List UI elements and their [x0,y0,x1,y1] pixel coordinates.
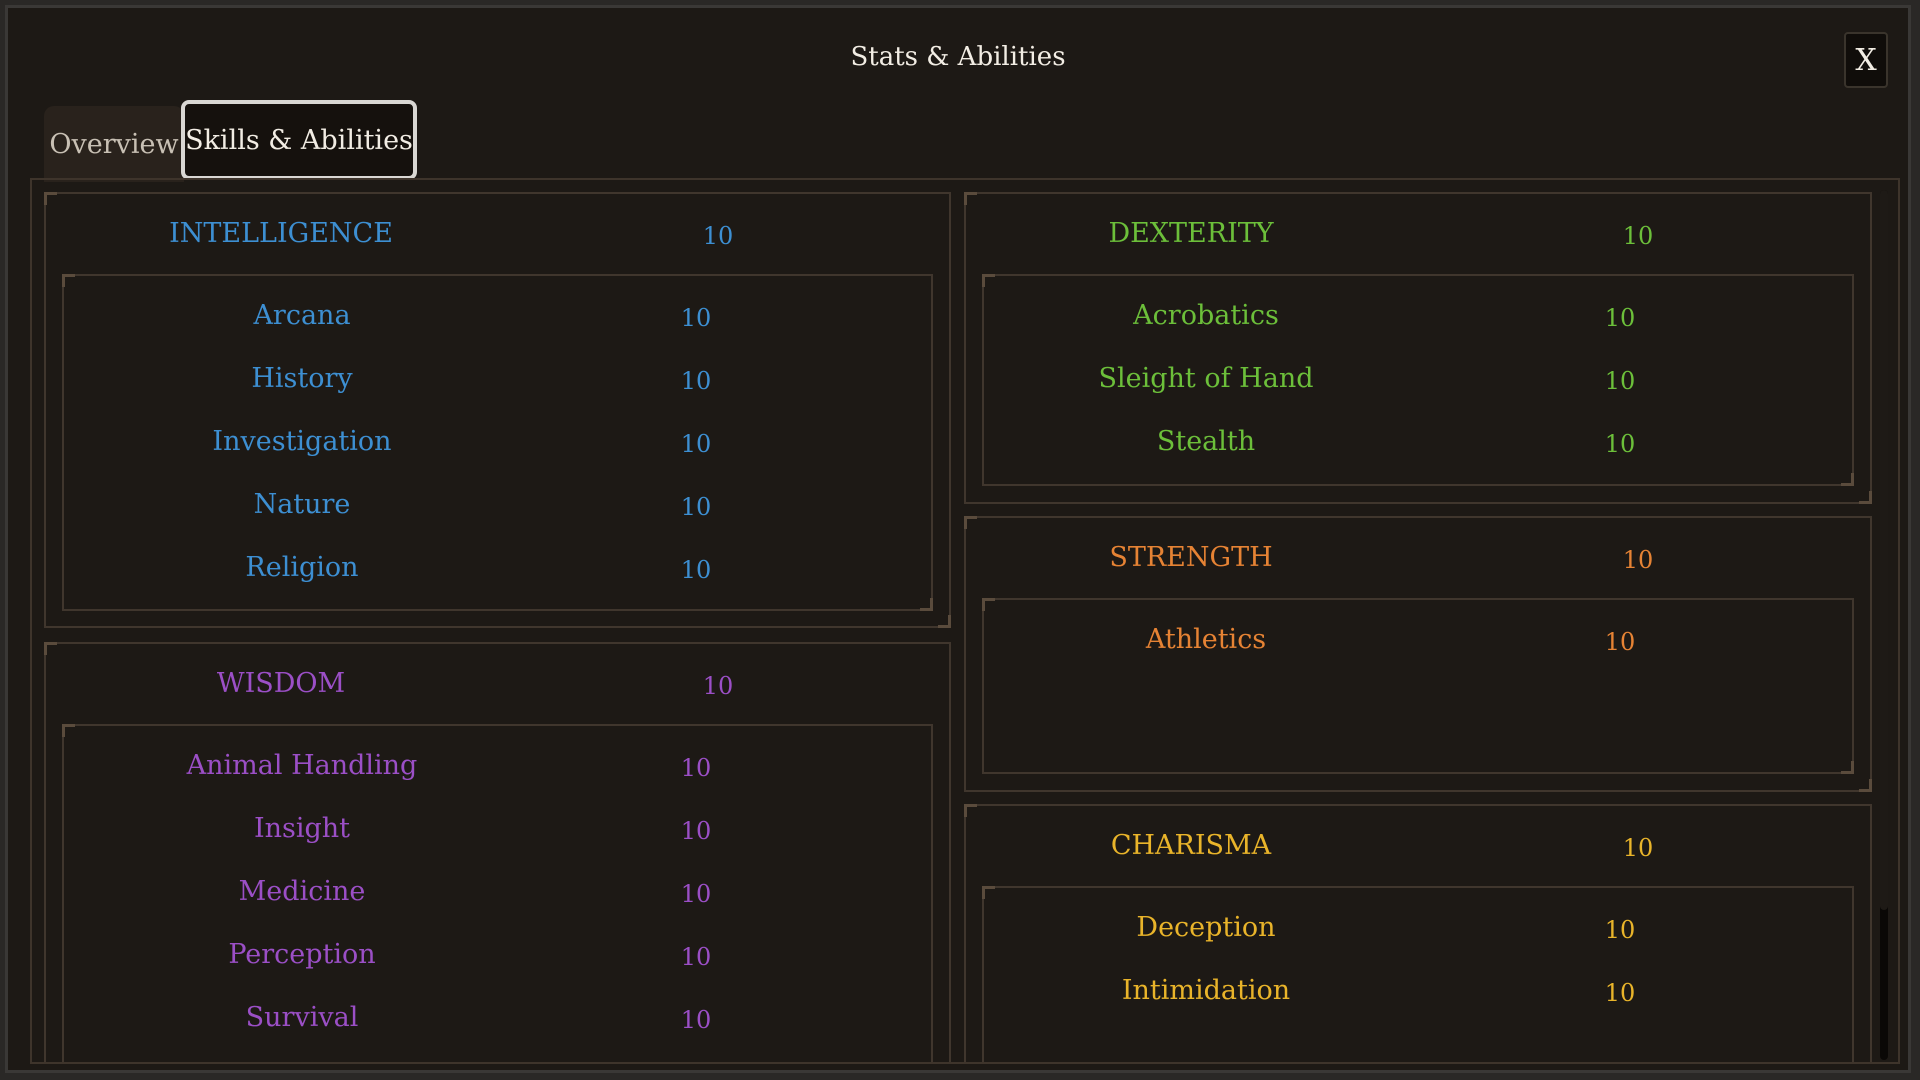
skill-name-insight: Insight [253,813,351,844]
wisdom-panel: WISDOM 10 Animal Handling 10 Insight 10 … [44,642,951,1062]
tab-skills-abilities[interactable]: Skills & Abilities [181,100,417,180]
skill-value-nature: 10 [680,493,712,521]
intelligence-panel: INTELLIGENCE 10 Arcana 10 History 10 Inv… [44,192,951,628]
skill-name-athletics: Athletics [1145,624,1267,655]
skill-value-history: 10 [680,367,712,395]
stat-name-dexterity: DEXTERITY [1108,218,1274,249]
skill-value-insight: 10 [680,817,712,845]
skill-name-investigation: Investigation [212,426,392,457]
skill-name-perception: Perception [228,939,376,970]
stat-value-charisma: 10 [1622,834,1654,862]
skills-content-area[interactable]: INTELLIGENCE 10 Arcana 10 History 10 Inv… [30,178,1900,1064]
charisma-skill-list: Deception 10 Intimidation 10 [982,886,1854,1062]
skill-name-history: History [251,363,353,394]
skill-name-religion: Religion [245,552,359,583]
skill-name-stealth: Stealth [1156,426,1256,457]
skill-name-sleight-of-hand: Sleight of Hand [1098,363,1314,394]
stat-value-wisdom: 10 [702,672,734,700]
skill-value-medicine: 10 [680,880,712,908]
skill-name-acrobatics: Acrobatics [1133,300,1279,331]
vertical-scrollbar[interactable] [1880,190,1888,1060]
scrollbar-thumb[interactable] [1880,190,1888,910]
stat-value-intelligence: 10 [702,222,734,250]
strength-skill-list: Athletics 10 [982,598,1854,774]
charisma-panel: CHARISMA 10 Deception 10 Intimidation 10 [964,804,1872,1062]
skill-name-animal-handling: Animal Handling [186,750,418,781]
stat-value-strength: 10 [1622,546,1654,574]
dexterity-skill-list: Acrobatics 10 Sleight of Hand 10 Stealth… [982,274,1854,486]
stat-name-wisdom: WISDOM [216,668,346,699]
skill-value-religion: 10 [680,556,712,584]
skill-value-acrobatics: 10 [1604,304,1636,332]
skill-value-intimidation: 10 [1604,979,1636,1007]
strength-panel: STRENGTH 10 Athletics 10 [964,516,1872,792]
wisdom-skill-list: Animal Handling 10 Insight 10 Medicine 1… [62,724,933,1062]
stat-name-intelligence: INTELLIGENCE [169,218,393,249]
skill-value-arcana: 10 [680,304,712,332]
skill-value-perception: 10 [680,943,712,971]
close-button[interactable]: X [1844,32,1888,88]
skill-name-deception: Deception [1136,912,1276,943]
stat-name-strength: STRENGTH [1109,542,1273,573]
stat-name-charisma: CHARISMA [1110,830,1272,861]
skill-value-sleight-of-hand: 10 [1604,367,1636,395]
intelligence-skill-list: Arcana 10 History 10 Investigation 10 Na… [62,274,933,611]
skill-name-survival: Survival [245,1002,359,1033]
skill-name-nature: Nature [253,489,351,520]
skill-name-medicine: Medicine [238,876,366,907]
skill-value-stealth: 10 [1604,430,1636,458]
skill-name-arcana: Arcana [253,300,351,331]
skill-value-deception: 10 [1604,916,1636,944]
skill-value-survival: 10 [680,1006,712,1034]
stat-value-dexterity: 10 [1622,222,1654,250]
dexterity-panel: DEXTERITY 10 Acrobatics 10 Sleight of Ha… [964,192,1872,504]
skill-value-investigation: 10 [680,430,712,458]
skill-name-intimidation: Intimidation [1121,975,1291,1006]
skill-value-animal-handling: 10 [680,754,712,782]
window-title: Stats & Abilities [850,42,1066,72]
skill-value-athletics: 10 [1604,628,1636,656]
tab-overview[interactable]: Overview [44,106,184,182]
stats-window: Stats & Abilities X Overview Skills & Ab… [5,5,1911,1073]
